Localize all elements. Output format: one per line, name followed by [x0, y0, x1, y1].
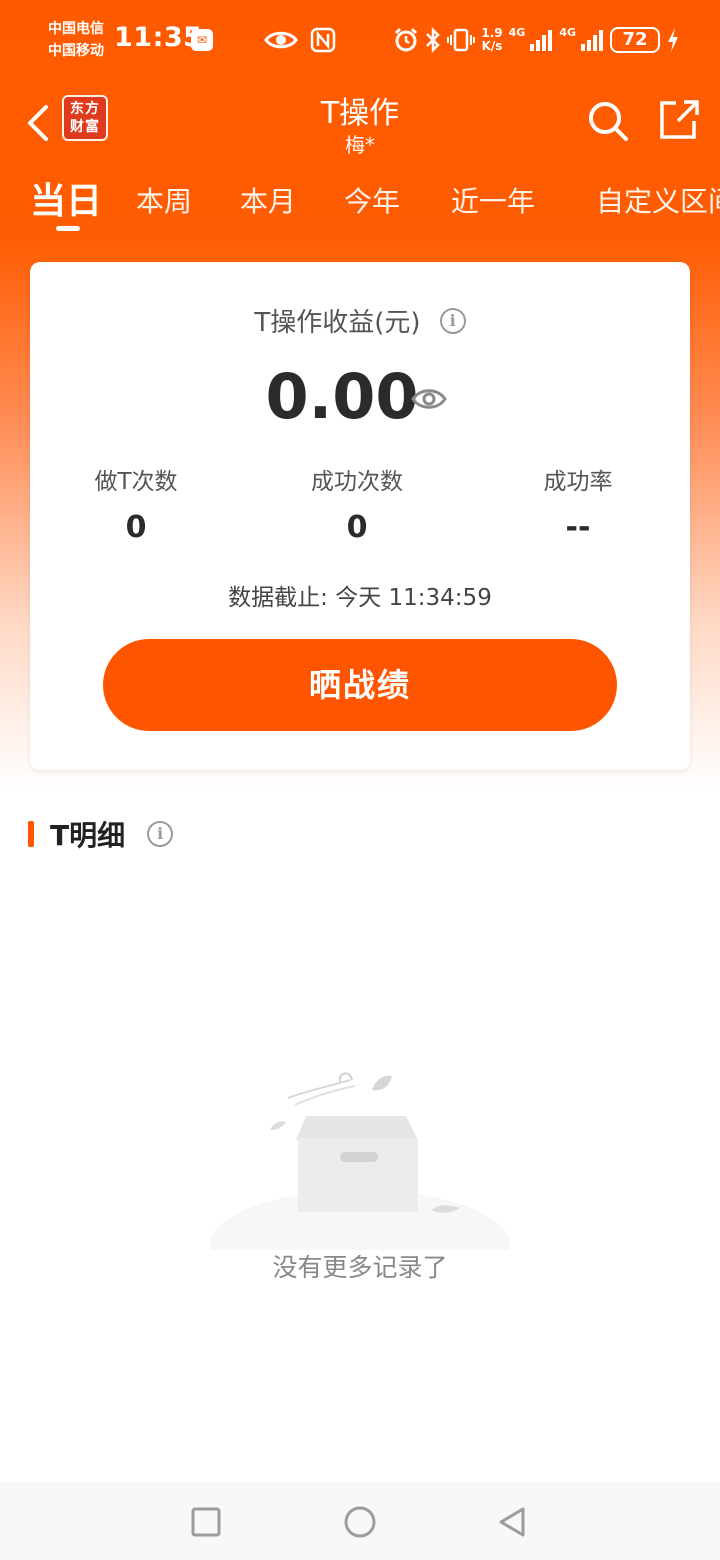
signal-1-label: 4G [508, 26, 526, 39]
search-icon[interactable] [586, 99, 630, 143]
stat-success-count: 成功次数 0 [257, 462, 457, 545]
system-nav-bar [0, 1482, 720, 1560]
stat-label: 成功率 [543, 469, 613, 495]
profit-label-row: T操作收益(元) i [30, 302, 690, 339]
info-icon[interactable]: i [147, 821, 174, 847]
status-bar: 中国电信 中国移动 11:35 ✉ 1.9 K/s 4G 4G 72 [0, 0, 720, 80]
page: 中国电信 中国移动 11:35 ✉ 1.9 K/s 4G 4G 72 东方 财富… [0, 0, 720, 1560]
recent-apps-icon[interactable] [186, 1502, 226, 1542]
signal-icon [530, 30, 553, 51]
section-title: T明细 [50, 819, 126, 852]
tab-this-week[interactable]: 本周 [136, 172, 192, 232]
stat-value: -- [565, 510, 591, 545]
tab-last-year[interactable]: 近一年 [451, 172, 535, 232]
signal-2-label: 4G [559, 26, 576, 39]
stat-label: 成功次数 [311, 469, 403, 495]
home-icon[interactable] [340, 1502, 380, 1542]
app-notification-icon: ✉ [191, 29, 213, 51]
empty-box-illustration [210, 1072, 510, 1250]
alarm-icon [395, 27, 418, 52]
back-triangle-icon[interactable] [492, 1502, 532, 1542]
period-tabs: 当日 本周 本月 今年 近一年 自定义区间 [0, 172, 720, 232]
profit-value: 0.00 [265, 360, 419, 433]
share-record-button[interactable]: 晒战绩 [103, 639, 617, 731]
tab-this-month[interactable]: 本月 [240, 172, 296, 232]
carrier-1: 中国电信 [48, 21, 104, 37]
stat-label: 做T次数 [94, 469, 178, 495]
carrier-2: 中国移动 [48, 43, 104, 59]
carrier-info: 中国电信 中国移动 [48, 18, 104, 62]
active-tab-indicator [56, 226, 80, 231]
stat-value: 0 [125, 510, 147, 545]
detail-section-header: T明细 i [28, 814, 174, 854]
bluetooth-icon [426, 27, 441, 53]
profit-label: T操作收益(元) [254, 308, 421, 338]
status-icons-right: 1.9 K/s 4G 4G 72 [393, 24, 680, 56]
vibrate-icon [447, 28, 476, 52]
status-icons-left [264, 24, 336, 56]
tab-this-year[interactable]: 今年 [344, 172, 400, 232]
nfc-icon [310, 27, 336, 53]
app-header: 东方 财富 T操作 梅* [0, 85, 720, 165]
summary-card: T操作收益(元) i 0.00 做T次数 0 成功次数 0 成功率 -- 数据截… [30, 262, 690, 770]
net-speed: 1.9 K/s [481, 27, 502, 53]
net-speed-unit: K/s [481, 39, 503, 53]
data-cutoff-time: 数据截止: 今天 11:34:59 [228, 585, 492, 611]
info-icon[interactable]: i [439, 307, 466, 334]
stat-value: 0 [346, 510, 368, 545]
stat-success-rate: 成功率 -- [478, 462, 678, 545]
signal-icon [581, 30, 603, 51]
eye-icon [264, 31, 298, 49]
battery-icon: 72 [610, 27, 660, 53]
tab-today[interactable]: 当日 [30, 172, 102, 232]
charging-icon [668, 28, 678, 52]
stat-trade-count: 做T次数 0 [36, 462, 236, 545]
clock: 11:35 [114, 22, 203, 53]
share-icon[interactable] [656, 97, 700, 141]
section-accent-bar [28, 821, 34, 847]
empty-state-text: 没有更多记录了 [272, 1253, 448, 1282]
eye-icon[interactable] [410, 382, 448, 416]
tab-custom-range[interactable]: 自定义区间 [596, 172, 720, 232]
